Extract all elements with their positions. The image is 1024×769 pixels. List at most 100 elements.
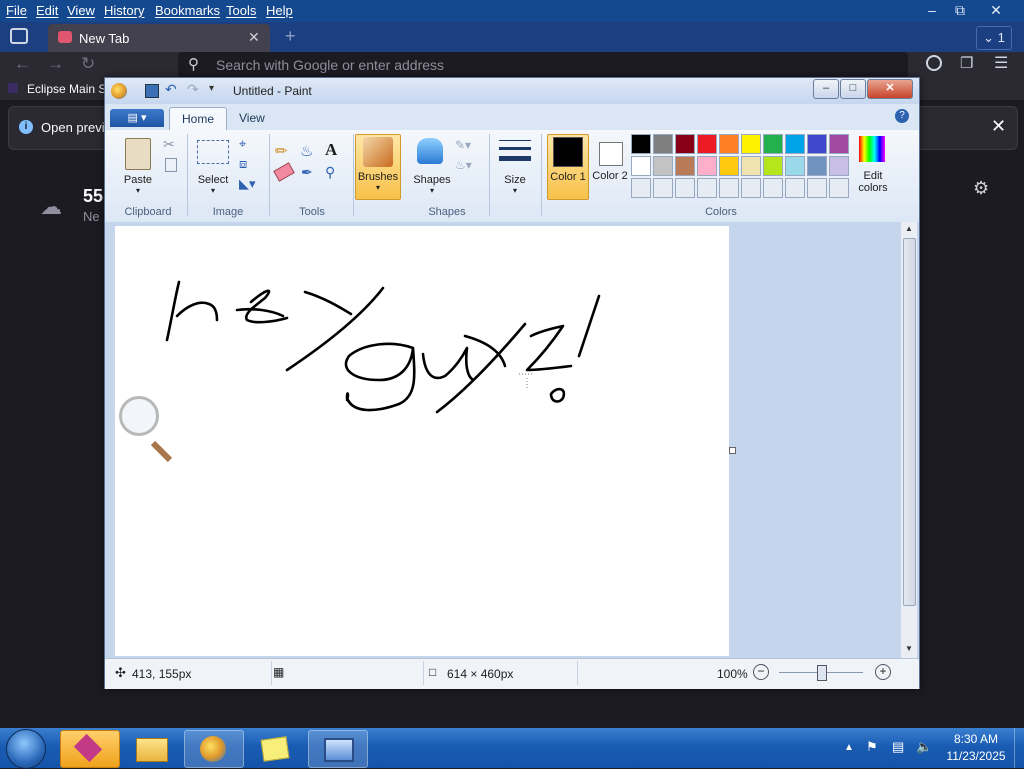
url-bar[interactable]: ⚲ Search with Google or enter address [178,52,908,78]
zoom-out-icon[interactable]: − [753,664,769,680]
palette-empty-slot[interactable] [741,178,761,198]
palette-swatch[interactable] [785,156,805,176]
paint-app-icon[interactable] [111,83,127,99]
start-button[interactable] [6,729,46,769]
vertical-scrollbar[interactable]: ▲ ▼ [901,222,917,658]
outline-icon[interactable]: ✎▾ [455,138,471,152]
select-button[interactable]: Select ▾ [193,134,233,200]
hamburger-menu-icon[interactable]: ☰ [994,53,1008,73]
tab-overview-icon[interactable] [10,28,28,44]
menu-history[interactable]: History [104,3,144,18]
file-menu-button[interactable]: ▤ ▾ [110,109,164,127]
size-button[interactable]: Size ▾ [495,134,535,200]
show-hidden-icons[interactable]: ▲ [844,742,854,753]
cut-icon[interactable]: ✂ [163,136,175,153]
palette-empty-slot[interactable] [675,178,695,198]
palette-swatch[interactable] [719,156,739,176]
paint-minimize-button[interactable]: – [813,79,839,99]
menu-bookmarks[interactable]: Bookmarks [155,3,220,18]
undo-icon[interactable]: ↶ [165,81,177,98]
tab-view[interactable]: View [227,107,277,129]
forward-arrow-icon[interactable]: → [47,54,64,74]
help-icon[interactable]: ? [895,109,909,123]
account-icon[interactable] [926,55,942,71]
clock-date[interactable]: 11/23/2025 [940,749,1012,763]
reload-icon[interactable]: ↻ [81,54,95,74]
crop-icon[interactable]: ⌖ [239,136,246,152]
text-tool-icon[interactable]: A [325,140,337,160]
tab-home[interactable]: Home [169,107,228,130]
menu-tools[interactable]: Tools [226,3,256,18]
network-icon[interactable]: ▤ [892,739,904,755]
magnifier-icon[interactable]: ⚲ [325,164,335,181]
close-icon[interactable]: ✕ [982,0,1010,20]
color2-button[interactable]: Color 2 [591,134,629,198]
palette-empty-slot[interactable] [829,178,849,198]
restore-icon[interactable]: ⧉ [946,0,974,20]
color-picker-icon[interactable]: ✒ [301,164,313,181]
extensions-icon[interactable]: ❐ [960,54,973,72]
tab-list-button[interactable]: ⌄ 1 [976,26,1012,50]
pencil-icon[interactable]: ✏ [275,142,288,160]
brushes-button[interactable]: Brushes ▾ [355,134,401,200]
palette-swatch[interactable] [631,134,651,154]
copy-icon[interactable] [165,158,177,172]
palette-swatch[interactable] [697,134,717,154]
fill-bucket-icon[interactable]: ♨ [300,142,313,160]
palette-swatch[interactable] [807,134,827,154]
quick-access-dropdown-icon[interactable]: ▾ [209,83,214,94]
scroll-down-icon[interactable]: ▼ [905,644,913,653]
taskbar-remote[interactable] [308,730,368,768]
paste-button[interactable]: Paste ▾ [115,134,161,200]
eraser-icon[interactable] [273,162,295,182]
palette-empty-slot[interactable] [763,178,783,198]
taskbar-explorer[interactable] [122,730,180,766]
palette-swatch[interactable] [829,134,849,154]
minimize-icon[interactable]: – [918,0,946,20]
menu-view[interactable]: View [67,3,95,18]
back-arrow-icon[interactable]: ← [14,54,31,74]
palette-swatch[interactable] [741,134,761,154]
canvas-resize-handle[interactable] [729,447,736,454]
drawing-canvas[interactable] [115,226,729,656]
shapes-button[interactable]: Shapes ▾ [409,134,455,200]
palette-empty-slot[interactable] [653,178,673,198]
tab-new-tab[interactable]: New Tab ✕ [48,24,270,52]
resize-icon[interactable]: ⧈ [239,156,247,172]
palette-empty-slot[interactable] [697,178,717,198]
rotate-icon[interactable]: ◣▾ [239,176,256,192]
palette-swatch[interactable] [785,134,805,154]
action-center-flag-icon[interactable]: ⚑ [866,739,878,755]
notification-close-icon[interactable]: ✕ [991,116,1006,137]
palette-swatch[interactable] [653,156,673,176]
palette-empty-slot[interactable] [631,178,651,198]
palette-swatch[interactable] [807,156,827,176]
palette-swatch[interactable] [675,156,695,176]
show-desktop-button[interactable] [1014,728,1024,768]
tab-close-icon[interactable]: ✕ [248,29,260,46]
new-tab-plus-icon[interactable]: + [285,26,296,47]
paint-maximize-button[interactable]: □ [840,79,866,99]
menu-edit[interactable]: Edit [36,3,58,18]
menu-file[interactable]: File [6,3,27,18]
save-icon[interactable] [145,84,159,98]
palette-empty-slot[interactable] [785,178,805,198]
color1-button[interactable]: Color 1 [547,134,589,200]
palette-empty-slot[interactable] [807,178,827,198]
bookmark-eclipse[interactable]: Eclipse Main S [27,82,106,96]
palette-swatch[interactable] [763,156,783,176]
palette-swatch[interactable] [675,134,695,154]
menu-help[interactable]: Help [266,3,293,18]
taskbar-sticky-notes[interactable] [246,730,304,766]
edit-colors-button[interactable]: Edit colors [853,134,893,200]
clock-time[interactable]: 8:30 AM [940,732,1012,746]
palette-swatch[interactable] [763,134,783,154]
palette-swatch[interactable] [719,134,739,154]
scrollbar-thumb[interactable] [903,238,916,606]
redo-icon[interactable]: ↷ [187,81,199,98]
palette-swatch[interactable] [653,134,673,154]
scroll-up-icon[interactable]: ▲ [905,224,913,233]
palette-swatch[interactable] [741,156,761,176]
settings-gear-icon[interactable]: ⚙ [973,178,989,199]
paint-close-button[interactable]: ✕ [867,79,913,99]
